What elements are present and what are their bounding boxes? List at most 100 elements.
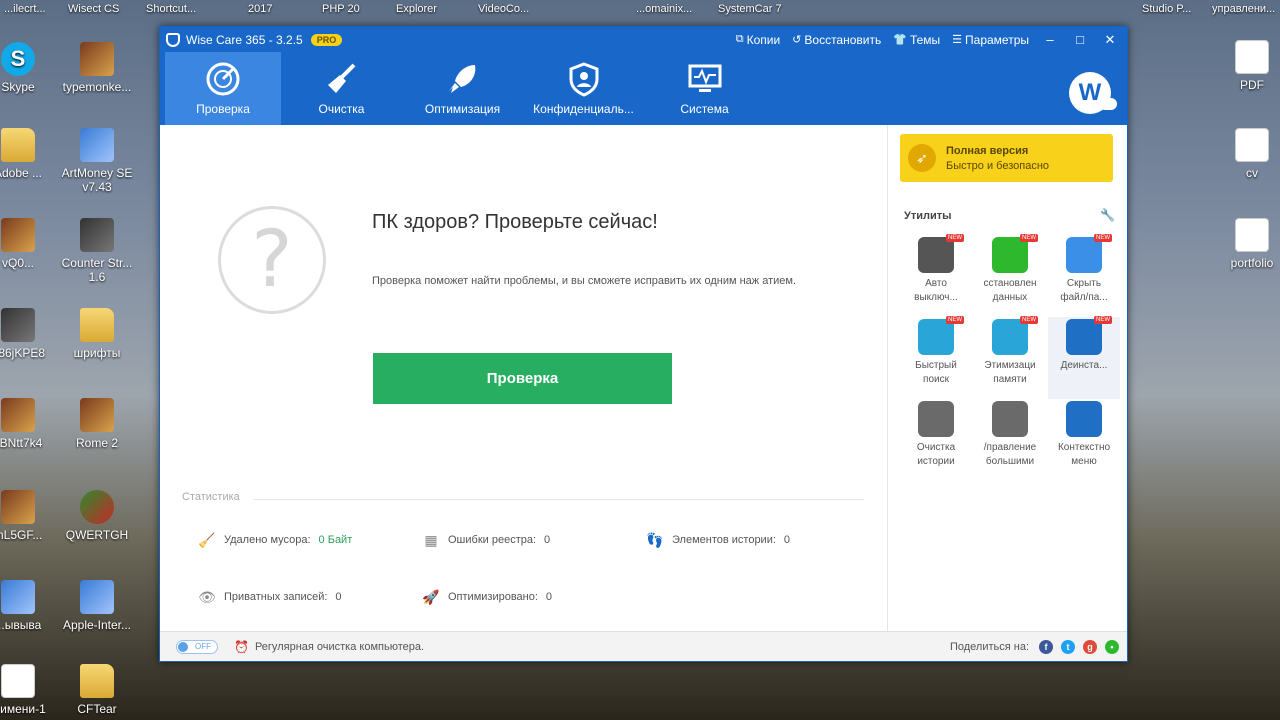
desktop-icon-typemonkey[interactable]: typemonke...: [57, 42, 137, 94]
desktop-icon-t86[interactable]: T86jKPE8: [0, 308, 58, 360]
desktop-icon-vq0[interactable]: vQ0...: [0, 218, 58, 270]
tab-clean-label: Очистка: [318, 102, 365, 116]
uninstall-icon: NEW: [1066, 316, 1112, 355]
auto-clean-label: Регулярная очистка компьютера.: [254, 640, 425, 653]
stat-value: 0 Байт: [318, 534, 353, 546]
tab-scan-label: Проверка: [196, 102, 250, 116]
desktop-icon-portfolio[interactable]: portfolio: [1212, 218, 1280, 270]
rome2-icon: [80, 398, 114, 432]
skype-icon: S: [1, 42, 35, 76]
desktop-icon-fonts[interactable]: шрифты: [57, 308, 137, 360]
util-uninstaller[interactable]: NEW Деинста...: [1048, 316, 1120, 399]
util-auto-shutdown[interactable]: NEW Авто выключ...: [900, 234, 972, 317]
word-doc-icon: [1235, 218, 1269, 252]
tab-system[interactable]: Система: [644, 52, 765, 125]
account-avatar[interactable]: W: [1069, 72, 1117, 114]
counter-strike-icon: [80, 218, 114, 252]
desktop-icon-rome2[interactable]: Rome 2: [57, 398, 137, 450]
desktop-icon-artmoney[interactable]: ArtMoney SE v7.43: [57, 128, 137, 194]
desktop-icon-pdf[interactable]: PDF: [1212, 40, 1280, 92]
toggle-knob: [178, 641, 188, 652]
archive-icon: [80, 42, 114, 76]
tab-privacy[interactable]: Конфиденциаль...: [523, 52, 644, 125]
tab-scan[interactable]: Проверка: [165, 52, 281, 125]
maximize-button[interactable]: □: [1071, 32, 1089, 47]
wise-care-window: Wise Care 365 - 3.2.5 PRO ⧉ Копии ↺ Восста…: [159, 26, 1128, 662]
pro-badge: PRO: [310, 33, 343, 46]
google-plus-icon[interactable]: g: [1083, 639, 1097, 654]
settings-link[interactable]: ☰ Параметры: [952, 33, 1029, 47]
desktop-icon-adobe[interactable]: Adobe ...: [0, 128, 58, 180]
minimize-button[interactable]: –: [1041, 32, 1059, 47]
desktop-icon-counter-strike[interactable]: Counter Str... 1.6: [57, 218, 137, 284]
auto-clean-toggle[interactable]: OFF: [176, 639, 218, 654]
util-history-clean[interactable]: Очистка истории: [900, 399, 972, 481]
memory-icon: NEW: [992, 316, 1038, 355]
description: Проверка поможет найти проблемы, и вы см…: [372, 275, 796, 287]
desktop-label: Shortcut...: [146, 3, 197, 15]
themes-link[interactable]: 👕 Темы: [893, 33, 940, 47]
app-icon: [1, 580, 35, 614]
mouse-icon: [1066, 401, 1102, 437]
desktop-label: ...omainix...: [636, 3, 693, 15]
scan-button[interactable]: Проверка: [373, 353, 672, 404]
util-large-files[interactable]: /правление большими: [974, 399, 1046, 481]
chat-icon[interactable]: •: [1105, 639, 1119, 654]
desktop-icon-cftear[interactable]: CFTear: [57, 664, 137, 716]
folder-icon: [80, 308, 114, 342]
word-doc-icon: [1235, 128, 1269, 162]
wrench-icon[interactable]: 🔧: [1100, 208, 1115, 222]
rocket-badge-icon: ➶: [908, 144, 936, 172]
desktop-icon-vyvyva[interactable]: ...ывыва: [0, 580, 58, 632]
desktop-label: Wisect CS: [68, 3, 120, 15]
desktop-icon-imeni[interactable]: ...имени-1: [0, 664, 58, 716]
util-hide-file[interactable]: NEW Скрыть файл/па...: [1048, 234, 1120, 317]
desktop-icon-vbn[interactable]: vBNtt7k4: [0, 398, 58, 450]
radar-icon: [165, 60, 281, 98]
photo-icon: [1, 664, 35, 698]
util-quick-search[interactable]: NEW Быстрый поиск: [900, 316, 972, 399]
monitor-icon: [644, 60, 765, 98]
eye-icon: 👁: [198, 589, 216, 605]
desktop-icon-skype[interactable]: S Skype: [0, 42, 58, 94]
close-button[interactable]: ✕: [1101, 32, 1119, 48]
title-bar[interactable]: Wise Care 365 - 3.2.5 PRO ⧉ Копии ↺ Восста…: [160, 27, 1127, 52]
backup-link[interactable]: ⧉ Копии: [736, 33, 780, 47]
folder-icon: NEW: [1066, 234, 1112, 273]
stats-title: Статистика: [182, 491, 240, 503]
util-context-menu[interactable]: Контекстно меню: [1048, 399, 1120, 481]
rocket-icon: [402, 60, 523, 98]
toggle-state: OFF: [195, 641, 211, 651]
util-memory-optimize[interactable]: NEW Этимизаци памяти: [974, 316, 1046, 399]
desktop-icon-qwertgh[interactable]: QWERTGH: [57, 490, 137, 542]
restore-link[interactable]: ↺ Восстановить: [792, 33, 881, 47]
desktop-icon-apple-internet[interactable]: Apple-Inter...: [57, 580, 137, 632]
tab-clean[interactable]: Очистка: [281, 52, 402, 125]
tab-optimize[interactable]: Оптимизация: [402, 52, 523, 125]
stat-value: 0: [335, 591, 342, 603]
chrome-icon: [80, 490, 114, 524]
twitter-icon[interactable]: t: [1061, 639, 1075, 654]
shirt-icon: 👕: [893, 34, 907, 46]
share-label: Поделиться на:: [949, 640, 1029, 653]
pdf-icon: [1235, 40, 1269, 74]
promo-subtitle: Быстро и безопасно: [946, 159, 1050, 172]
util-data-recovery[interactable]: NEW сстановлен данных: [974, 234, 1046, 317]
folder-icon: [80, 664, 114, 698]
promo-title: Полная версия: [946, 144, 1029, 157]
rocket-icon: 🚀: [422, 589, 440, 605]
status-bar: OFF ⏰ Регулярная очистка компьютера. Под…: [160, 631, 1127, 661]
desktop-icon-cv[interactable]: cv: [1212, 128, 1280, 180]
stat-value: 0: [544, 534, 551, 546]
main-nav: Проверка Очистка Оптимизация Конфиденциа…: [160, 52, 1127, 125]
facebook-icon[interactable]: f: [1039, 639, 1053, 654]
scan-panel: ? ПК здоров? Проверьте сейчас! Проверка …: [160, 125, 887, 633]
stat-registry: ▦ Ошибки реестра: 0: [422, 531, 550, 549]
full-version-promo[interactable]: ➶ Полная версия Быстро и безопасно: [900, 134, 1113, 182]
desktop-icon-ml5[interactable]: mL5GF...: [0, 490, 58, 542]
desktop-label: PHP 20: [322, 3, 360, 15]
recovery-icon: NEW: [992, 234, 1038, 273]
game-icon: [1, 398, 35, 432]
footprints-icon: 👣: [646, 532, 664, 548]
stat-value: 0: [545, 591, 553, 603]
